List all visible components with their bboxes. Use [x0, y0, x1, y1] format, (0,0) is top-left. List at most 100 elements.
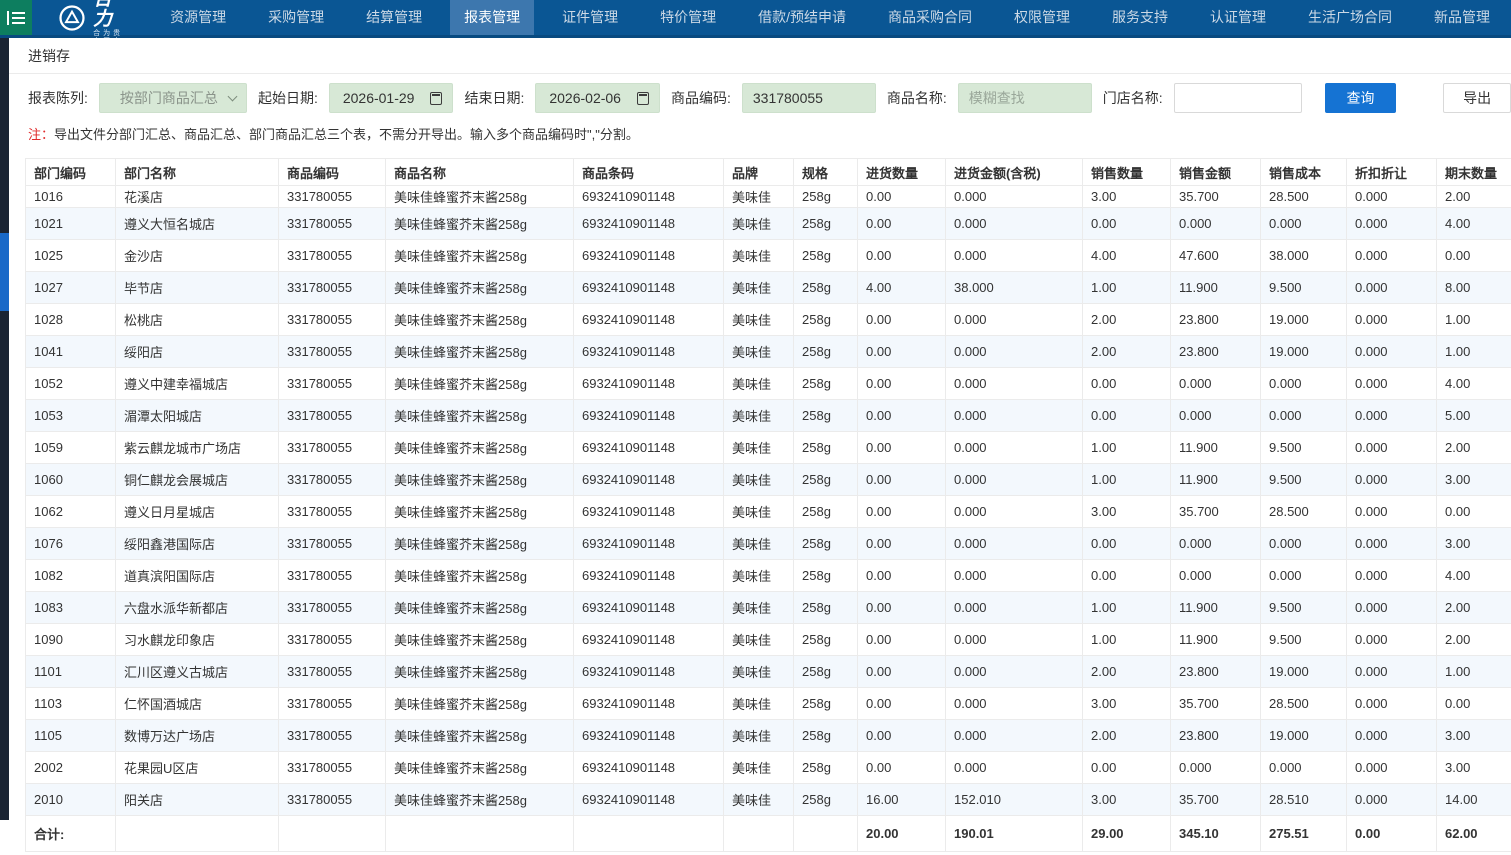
table-cell: 0.000: [946, 368, 1083, 400]
table-cell: 美味佳蜂蜜芥末酱258g: [386, 368, 574, 400]
nav-item-4[interactable]: 报表管理: [450, 0, 534, 35]
table-cell: 0.000: [946, 186, 1083, 208]
nav-item-2[interactable]: 采购管理: [254, 0, 338, 35]
table-cell: 3.00: [1437, 720, 1511, 752]
table-cell: 2010: [26, 784, 116, 816]
totals-cell: 0.00: [1347, 816, 1437, 852]
table-cell: 258g: [794, 304, 858, 336]
table-cell: 0.00: [1083, 528, 1171, 560]
table-cell: 6932410901148: [574, 304, 724, 336]
nav-item-12[interactable]: 生活广场合同: [1294, 0, 1406, 35]
table-cell: 1052: [26, 368, 116, 400]
nav-item-11[interactable]: 认证管理: [1196, 0, 1280, 35]
collapsed-sidebar[interactable]: [0, 38, 9, 820]
table-cell: 6932410901148: [574, 784, 724, 816]
nav-item-6[interactable]: 特价管理: [646, 0, 730, 35]
sidebar-active-indicator[interactable]: [0, 233, 9, 311]
start-date-input[interactable]: 2026-01-29: [329, 83, 454, 113]
totals-cell: [794, 816, 858, 852]
table-cell: 毕节店: [116, 272, 279, 304]
table-cell: 2.00: [1437, 186, 1511, 208]
table-cell: 美味佳蜂蜜芥末酱258g: [386, 272, 574, 304]
table-cell: 258g: [794, 560, 858, 592]
report-table: 部门编码部门名称商品编码商品名称商品条码品牌规格进货数量进货金额(含税)销售数量…: [25, 158, 1511, 852]
table-row: 1105数博万达广场店331780055美味佳蜂蜜芥末酱258g69324109…: [26, 720, 1511, 752]
nav-item-9[interactable]: 权限管理: [1000, 0, 1084, 35]
table-row: 1076绥阳鑫港国际店331780055美味佳蜂蜜芥末酱258g69324109…: [26, 528, 1511, 560]
report-type-select[interactable]: 按部门商品汇总: [99, 83, 247, 113]
table-cell: 0.00: [858, 560, 946, 592]
table-cell: 6932410901148: [574, 656, 724, 688]
table-cell: 3.00: [1437, 464, 1511, 496]
table-cell: 0.000: [946, 656, 1083, 688]
collapse-menu-button[interactable]: [0, 0, 32, 35]
table-cell: 0.00: [1083, 560, 1171, 592]
table-cell: 331780055: [279, 272, 386, 304]
table-cell: 6932410901148: [574, 186, 724, 208]
table-cell: 美味佳蜂蜜芥末酱258g: [386, 208, 574, 240]
table-cell: 0.000: [946, 688, 1083, 720]
table-cell: 28.500: [1261, 496, 1347, 528]
nav-item-7[interactable]: 借款/预结申请: [744, 0, 860, 35]
table-cell: 0.000: [946, 336, 1083, 368]
table-cell: 2.00: [1437, 432, 1511, 464]
nav-item-3[interactable]: 结算管理: [352, 0, 436, 35]
nav-item-1[interactable]: 资源管理: [156, 0, 240, 35]
table-cell: 花溪店: [116, 186, 279, 208]
product-name-input[interactable]: [958, 83, 1092, 113]
table-cell: 3.00: [1437, 752, 1511, 784]
column-header: 商品编码: [279, 159, 386, 186]
table-cell: 美味佳蜂蜜芥末酱258g: [386, 656, 574, 688]
end-date-value: 2026-02-06: [549, 90, 621, 106]
table-cell: 0.00: [1437, 496, 1511, 528]
column-header: 商品名称: [386, 159, 574, 186]
table-cell: 0.000: [1347, 186, 1437, 208]
table-cell: 美味佳蜂蜜芥末酱258g: [386, 624, 574, 656]
table-cell: 0.000: [1171, 528, 1261, 560]
table-cell: 258g: [794, 688, 858, 720]
table-row: 1101汇川区遵义古城店331780055美味佳蜂蜜芥末酱258g6932410…: [26, 656, 1511, 688]
table-cell: 5.00: [1437, 400, 1511, 432]
table-cell: 0.000: [1347, 624, 1437, 656]
query-button[interactable]: 查询: [1325, 83, 1397, 113]
table-cell: 0.00: [858, 496, 946, 528]
table-cell: 331780055: [279, 752, 386, 784]
table-row: 1052遵义中建幸福城店331780055美味佳蜂蜜芥末酱258g6932410…: [26, 368, 1511, 400]
nav-item-10[interactable]: 服务支持: [1098, 0, 1182, 35]
table-cell: 258g: [794, 752, 858, 784]
table-cell: 美味佳: [724, 752, 794, 784]
table-cell: 331780055: [279, 656, 386, 688]
store-name-input[interactable]: [1174, 83, 1302, 113]
product-code-input[interactable]: [742, 83, 876, 113]
table-cell: 0.000: [946, 304, 1083, 336]
table-cell: 美味佳蜂蜜芥末酱258g: [386, 752, 574, 784]
filter-bar: 报表陈列: 按部门商品汇总 起始日期: 2026-01-29 结束日期: 202…: [9, 74, 1511, 122]
column-header: 期末数量: [1437, 159, 1511, 186]
table-cell: 美味佳: [724, 272, 794, 304]
table-cell: 0.000: [946, 208, 1083, 240]
table-cell: 38.000: [1261, 240, 1347, 272]
table-cell: 258g: [794, 272, 858, 304]
column-header: 进货数量: [858, 159, 946, 186]
table-cell: 美味佳蜂蜜芥末酱258g: [386, 304, 574, 336]
table-cell: 美味佳: [724, 208, 794, 240]
nav-item-5[interactable]: 证件管理: [548, 0, 632, 35]
note-prefix: 注：: [28, 127, 54, 142]
table-cell: 0.000: [1347, 592, 1437, 624]
table-cell: 美味佳蜂蜜芥末酱258g: [386, 592, 574, 624]
export-button[interactable]: 导出: [1443, 83, 1511, 113]
product-code-label: 商品编码:: [671, 88, 731, 108]
nav-item-8[interactable]: 商品采购合同: [874, 0, 986, 35]
column-header: 折扣折让: [1347, 159, 1437, 186]
table-cell: 0.000: [1347, 496, 1437, 528]
nav-item-13[interactable]: 新品管理: [1420, 0, 1504, 35]
end-date-input[interactable]: 2026-02-06: [535, 83, 660, 113]
table-row: 1083六盘水派华新都店331780055美味佳蜂蜜芥末酱258g6932410…: [26, 592, 1511, 624]
table-cell: 1.00: [1437, 304, 1511, 336]
table-cell: 331780055: [279, 240, 386, 272]
table-cell: 0.000: [1171, 208, 1261, 240]
table-cell: 0.00: [858, 400, 946, 432]
table-cell: 0.00: [858, 336, 946, 368]
table-cell: 美味佳: [724, 432, 794, 464]
chevron-down-icon: [228, 91, 238, 101]
